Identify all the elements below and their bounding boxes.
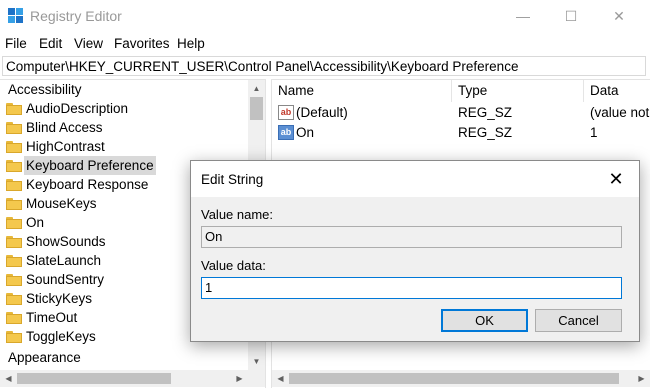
scroll-left-icon[interactable]: ◀ (0, 370, 17, 387)
tree-item-label: SlateLaunch (26, 253, 102, 268)
folder-icon (6, 331, 22, 343)
scroll-right-icon[interactable]: ▶ (633, 370, 650, 387)
folder-icon (6, 236, 22, 248)
value-name: (Default) (296, 105, 348, 120)
tree-item-label: On (26, 215, 45, 230)
value-name-label: Value name: (201, 207, 274, 222)
column-header-data[interactable]: Data (584, 80, 650, 102)
window-title: Registry Editor (30, 8, 122, 24)
value-data-label: Value data: (201, 258, 266, 273)
scroll-down-icon[interactable]: ▼ (248, 353, 265, 370)
value-row-default[interactable]: ab (Default) REG_SZ (value not (272, 103, 650, 123)
scroll-thumb[interactable] (250, 97, 263, 120)
menu-help[interactable]: Help (177, 36, 205, 51)
title-bar: Registry Editor — ☐ ✕ (0, 0, 650, 32)
menu-edit[interactable]: Edit (39, 36, 62, 51)
value-data: (value not (590, 105, 650, 120)
folder-icon (6, 274, 22, 286)
registry-editor-app-icon (8, 8, 23, 23)
menu-file[interactable]: File (5, 36, 27, 51)
tree-item-label: SoundSentry (26, 272, 105, 287)
maximize-button[interactable]: ☐ (548, 0, 594, 32)
tree-item-label: Keyboard Response (26, 177, 149, 192)
scroll-thumb[interactable] (17, 373, 171, 384)
tree-item-label: ShowSounds (26, 234, 106, 249)
string-value-icon: ab (278, 125, 294, 140)
tree-item-label: HighContrast (26, 139, 105, 154)
values-horizontal-scrollbar[interactable]: ◀ ▶ (272, 370, 650, 387)
folder-icon (6, 312, 22, 324)
menu-favorites[interactable]: Favorites (114, 36, 170, 51)
value-name-field: On (201, 226, 622, 248)
folder-open-icon (6, 160, 22, 172)
address-bar[interactable]: Computer\HKEY_CURRENT_USER\Control Panel… (2, 56, 646, 76)
value-data: 1 (590, 125, 598, 140)
tree-item-label: Accessibility (8, 82, 82, 97)
tree-item-label: MouseKeys (26, 196, 97, 211)
folder-icon (6, 122, 22, 134)
tree-item-label: Appearance (8, 350, 81, 365)
string-value-icon: ab (278, 105, 294, 120)
tree-item-label: AudioDescription (26, 101, 129, 116)
tree-item-label: ToggleKeys (26, 329, 96, 344)
folder-icon (6, 255, 22, 267)
folder-icon (6, 179, 22, 191)
scroll-up-icon[interactable]: ▲ (248, 80, 265, 97)
scroll-left-icon[interactable]: ◀ (272, 370, 289, 387)
value-row-on[interactable]: ab On REG_SZ 1 (272, 123, 650, 143)
close-window-button[interactable]: ✕ (596, 0, 642, 32)
dialog-close-button[interactable]: ✕ (593, 161, 639, 197)
folder-icon (6, 217, 22, 229)
value-name: On (296, 125, 315, 140)
menu-bar: File Edit View Favorites Help (0, 34, 650, 54)
value-type: REG_SZ (458, 105, 513, 120)
folder-icon (6, 198, 22, 210)
tree-horizontal-scrollbar[interactable]: ◀ ▶ (0, 370, 265, 387)
menu-view[interactable]: View (74, 36, 103, 51)
tree-item-label: Blind Access (26, 120, 103, 135)
folder-icon (6, 141, 22, 153)
minimize-button[interactable]: — (500, 0, 546, 32)
folder-icon (6, 293, 22, 305)
value-data-input[interactable]: 1 (201, 277, 622, 299)
scroll-thumb[interactable] (289, 373, 619, 384)
edit-string-dialog: Edit String ✕ Value name: On Value data:… (190, 160, 640, 342)
scroll-right-icon[interactable]: ▶ (231, 370, 248, 387)
tree-item-label: Keyboard Preference (24, 156, 156, 175)
folder-icon (6, 103, 22, 115)
column-header-name[interactable]: Name (272, 80, 452, 102)
dialog-title-bar[interactable]: Edit String ✕ (191, 161, 639, 197)
value-type: REG_SZ (458, 125, 513, 140)
cancel-button[interactable]: Cancel (535, 309, 622, 332)
dialog-title: Edit String (201, 172, 264, 187)
tree-item-label: StickyKeys (26, 291, 93, 306)
ok-button[interactable]: OK (441, 309, 528, 332)
column-header-type[interactable]: Type (452, 80, 584, 102)
tree-item-label: TimeOut (26, 310, 78, 325)
